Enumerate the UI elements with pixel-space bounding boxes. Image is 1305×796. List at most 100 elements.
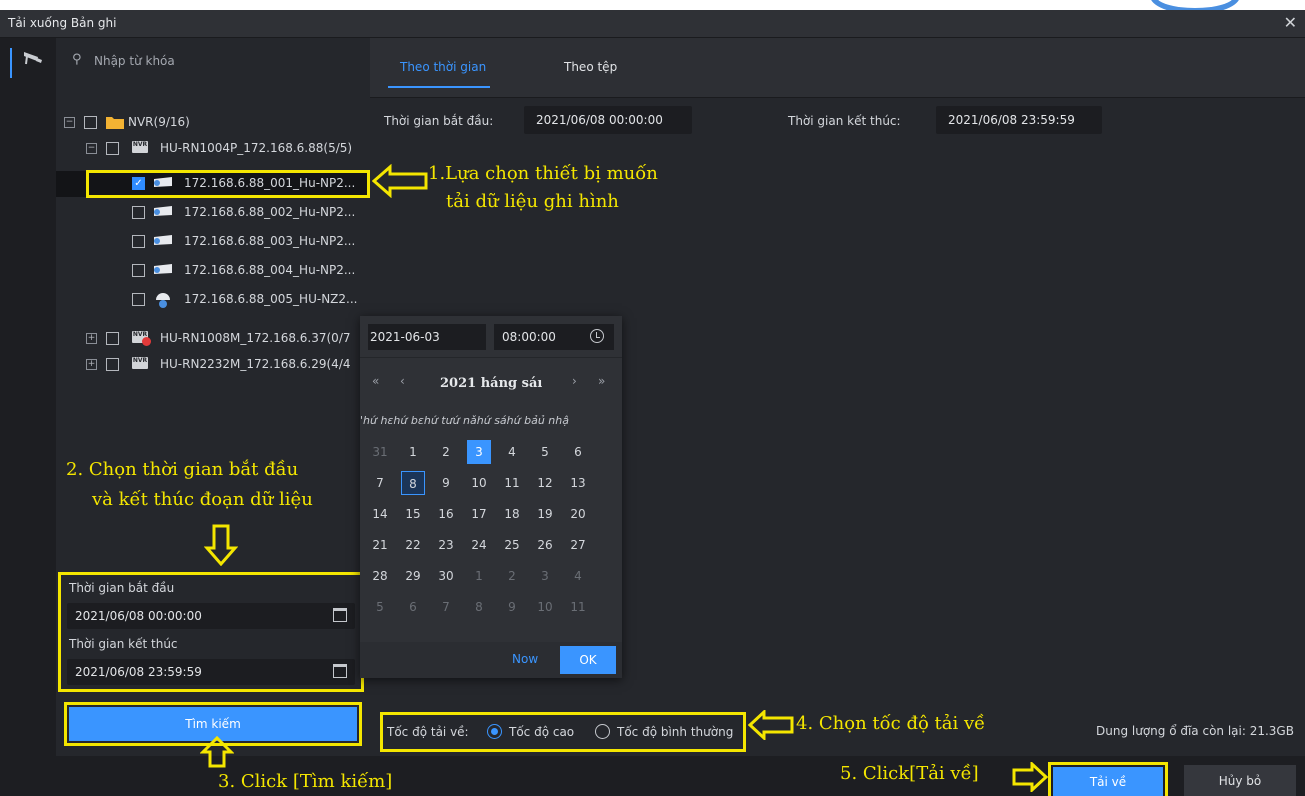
calendar-day[interactable]: 18 bbox=[500, 502, 524, 526]
tree-row-channel[interactable]: 172.168.6.88_004_Hu-NP2... bbox=[56, 258, 368, 284]
calendar-day[interactable]: 7 bbox=[434, 595, 458, 619]
calendar-day[interactable]: 27 bbox=[566, 533, 590, 557]
bullet-camera-icon bbox=[152, 263, 172, 277]
collapse-toggle[interactable]: − bbox=[86, 143, 97, 154]
checkbox[interactable] bbox=[84, 116, 97, 129]
calendar-day[interactable]: 7 bbox=[368, 471, 392, 495]
tab-bar: Theo thời gian Theo tệp bbox=[370, 38, 1305, 98]
checkbox[interactable] bbox=[132, 293, 145, 306]
main-end-input[interactable]: 2021/06/08 23:59:59 bbox=[936, 106, 1102, 134]
prev-year-button[interactable]: « bbox=[372, 374, 379, 388]
calendar-day[interactable]: 4 bbox=[566, 564, 590, 588]
tree-label: 172.168.6.88_002_Hu-NP2... bbox=[184, 205, 356, 219]
checkbox[interactable] bbox=[132, 264, 145, 277]
main-start-label: Thời gian bắt đầu: bbox=[384, 114, 494, 128]
calendar-day[interactable]: 8 bbox=[401, 471, 425, 495]
calendar-day[interactable]: 22 bbox=[401, 533, 425, 557]
calendar-day[interactable]: 3 bbox=[533, 564, 557, 588]
download-button[interactable]: Tải về bbox=[1053, 767, 1163, 796]
calendar-day[interactable]: 1 bbox=[401, 440, 425, 464]
checkbox[interactable] bbox=[106, 332, 119, 345]
cancel-button[interactable]: Hủy bỏ bbox=[1184, 765, 1296, 796]
calendar-day[interactable]: 4 bbox=[500, 440, 524, 464]
checkbox[interactable] bbox=[106, 358, 119, 371]
next-year-button[interactable]: » bbox=[598, 374, 605, 388]
main-start-input[interactable]: 2021/06/08 00:00:00 bbox=[524, 106, 692, 134]
calendar-day[interactable]: 19 bbox=[533, 502, 557, 526]
calendar-day[interactable]: 31 bbox=[368, 440, 392, 464]
tree-row-channel[interactable]: 172.168.6.88_005_HU-NZ2... bbox=[56, 287, 368, 313]
calendar-day[interactable]: 2 bbox=[434, 440, 458, 464]
left-icon-strip bbox=[0, 38, 56, 756]
calendar-day[interactable]: 14 bbox=[368, 502, 392, 526]
title-bar: Tải xuống Bản ghi ✕ bbox=[0, 10, 1305, 38]
tab-by-time[interactable]: Theo thời gian bbox=[400, 60, 486, 74]
tree-row-device[interactable]: + NVR HU-RN2232M_172.168.6.29(4/4 bbox=[56, 352, 368, 378]
tree-label: 172.168.6.88_003_Hu-NP2... bbox=[184, 234, 356, 248]
calendar-icon[interactable] bbox=[333, 608, 347, 622]
calendar-day[interactable]: 12 bbox=[533, 471, 557, 495]
nvr-device-icon: NVR bbox=[132, 141, 150, 155]
calendar-day[interactable]: 28 bbox=[368, 564, 392, 588]
tree-row-channel[interactable]: 172.168.6.88_003_Hu-NP2... bbox=[56, 229, 368, 255]
time-input[interactable]: 08:00:00 bbox=[494, 324, 614, 350]
calendar-day[interactable]: 13 bbox=[566, 471, 590, 495]
calendar-day[interactable]: 10 bbox=[467, 471, 491, 495]
calendar-day[interactable]: 11 bbox=[500, 471, 524, 495]
tree-row-device[interactable]: + NVR HU-RN1008M_172.168.6.37(0/7 bbox=[56, 326, 368, 352]
end-time-input[interactable]: 2021/06/08 23:59:59 bbox=[67, 659, 355, 685]
calendar-day[interactable]: 21 bbox=[368, 533, 392, 557]
calendar-day[interactable]: 8 bbox=[467, 595, 491, 619]
calendar-day[interactable]: 3 bbox=[467, 440, 491, 464]
calendar-day[interactable]: 15 bbox=[401, 502, 425, 526]
calendar-day[interactable]: 17 bbox=[467, 502, 491, 526]
clock-icon[interactable] bbox=[590, 329, 604, 343]
calendar-day[interactable]: 10 bbox=[533, 595, 557, 619]
camera-tab[interactable] bbox=[10, 48, 42, 78]
calendar-day[interactable]: 26 bbox=[533, 533, 557, 557]
next-month-button[interactable]: › bbox=[572, 374, 577, 388]
checkbox[interactable] bbox=[132, 235, 145, 248]
calendar-day[interactable]: 25 bbox=[500, 533, 524, 557]
radio-high-speed[interactable] bbox=[487, 724, 502, 739]
radio-normal-speed[interactable] bbox=[595, 724, 610, 739]
calendar-day[interactable]: 2 bbox=[500, 564, 524, 588]
main-end-label: Thời gian kết thúc: bbox=[788, 114, 901, 128]
collapse-toggle[interactable]: − bbox=[64, 117, 75, 128]
checkbox[interactable] bbox=[132, 206, 145, 219]
ok-button[interactable]: OK bbox=[560, 646, 616, 674]
calendar-day[interactable]: 6 bbox=[566, 440, 590, 464]
annotation-step-2b: và kết thúc đoạn dữ liệu bbox=[92, 489, 313, 510]
checkbox[interactable] bbox=[106, 142, 119, 155]
tree-row-nvr-root[interactable]: − NVR(9/16) bbox=[56, 110, 368, 136]
tree-row-device[interactable]: − NVR HU-RN1004P_172.168.6.88(5/5) bbox=[56, 136, 368, 162]
annotation-step-1b: tải dữ liệu ghi hình bbox=[446, 191, 619, 212]
close-icon[interactable]: ✕ bbox=[1284, 13, 1297, 32]
expand-toggle[interactable]: + bbox=[86, 333, 97, 344]
now-button[interactable]: Now bbox=[512, 652, 538, 666]
expand-toggle[interactable]: + bbox=[86, 359, 97, 370]
annotation-step-5: 5. Click[Tải về] bbox=[840, 763, 979, 784]
calendar-day[interactable]: 30 bbox=[434, 564, 458, 588]
tree-label: NVR(9/16) bbox=[128, 115, 190, 129]
calendar-icon[interactable] bbox=[333, 664, 347, 678]
calendar-day[interactable]: 6 bbox=[401, 595, 425, 619]
keyword-search[interactable]: ⚲ Nhập từ khóa bbox=[72, 46, 352, 76]
calendar-day[interactable]: 9 bbox=[434, 471, 458, 495]
calendar-day[interactable]: 9 bbox=[500, 595, 524, 619]
calendar-day[interactable]: 29 bbox=[401, 564, 425, 588]
calendar-day[interactable]: 24 bbox=[467, 533, 491, 557]
calendar-day[interactable]: 1 bbox=[467, 564, 491, 588]
calendar-day[interactable]: 5 bbox=[533, 440, 557, 464]
calendar-day[interactable]: 16 bbox=[434, 502, 458, 526]
date-input[interactable]: 2021-06-03 bbox=[368, 324, 486, 350]
start-time-input[interactable]: 2021/06/08 00:00:00 bbox=[67, 603, 355, 629]
calendar-day[interactable]: 23 bbox=[434, 533, 458, 557]
tree-row-channel[interactable]: 172.168.6.88_002_Hu-NP2... bbox=[56, 200, 368, 226]
tab-by-file[interactable]: Theo tệp bbox=[564, 60, 617, 74]
prev-month-button[interactable]: ‹ bbox=[400, 374, 405, 388]
bullet-camera-icon bbox=[152, 205, 172, 219]
calendar-day[interactable]: 11 bbox=[566, 595, 590, 619]
calendar-day[interactable]: 20 bbox=[566, 502, 590, 526]
calendar-day[interactable]: 5 bbox=[368, 595, 392, 619]
